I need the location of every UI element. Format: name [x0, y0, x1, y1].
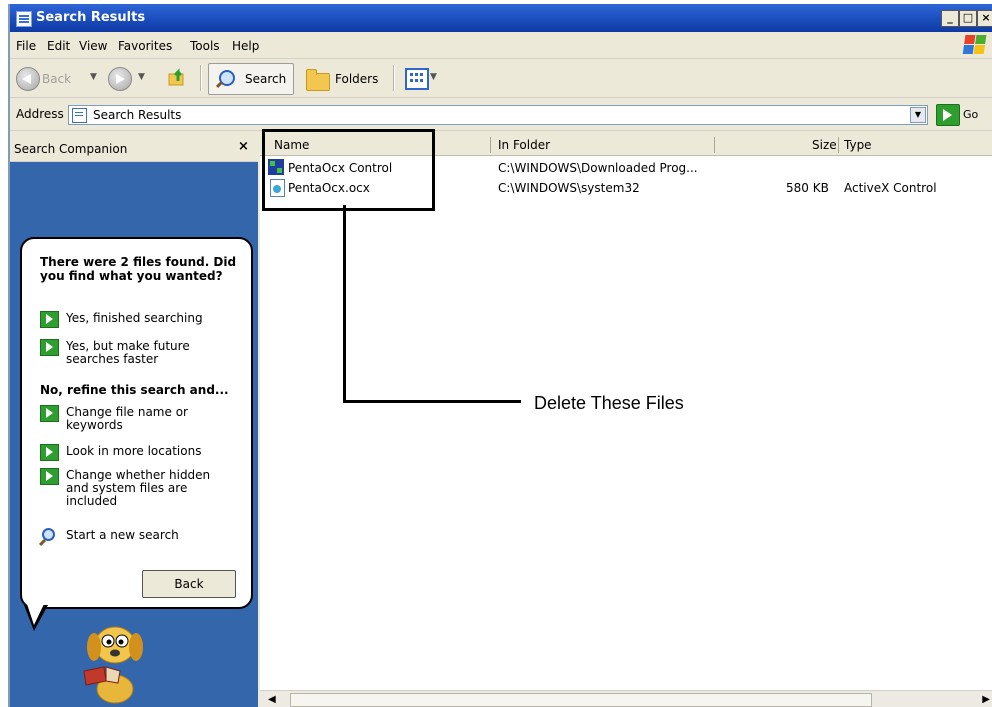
column-resize-handle[interactable] — [714, 137, 715, 153]
option-label: Yes, finished searching — [66, 311, 203, 325]
menu-edit[interactable]: Edit — [47, 39, 70, 53]
option-label: Yes, but make future searches faster — [66, 339, 190, 366]
menu-help[interactable]: Help — [232, 39, 259, 53]
scroll-thumb[interactable] — [290, 693, 872, 707]
menu-bar: File Edit View Favorites Tools Help — [10, 32, 992, 59]
companion-speech-bubble: There were 2 files found. Did you find w… — [20, 237, 253, 609]
views-icon[interactable] — [405, 68, 429, 90]
results-question: There were 2 files found. Did you find w… — [40, 255, 237, 283]
file-folder: C:\WINDOWS\Downloaded Prog... — [498, 161, 698, 175]
column-resize-handle[interactable] — [490, 137, 491, 153]
column-resize-handle[interactable] — [838, 137, 839, 153]
search-results-window-icon — [16, 11, 32, 27]
annotation-connector-line — [343, 400, 521, 403]
horizontal-scrollbar[interactable]: ◀ ▶ — [260, 690, 992, 707]
file-size: 580 KB — [786, 181, 829, 195]
address-field[interactable]: Search Results — [68, 105, 928, 125]
green-arrow-icon — [40, 339, 59, 356]
address-bar: Address Search Results ▼ Go — [10, 98, 992, 131]
file-folder: C:\WINDOWS\system32 — [498, 181, 640, 195]
folders-button-label[interactable]: Folders — [335, 72, 378, 86]
annotation-connector-line — [343, 205, 346, 403]
refine-heading: No, refine this search and... — [40, 383, 229, 397]
column-header-type[interactable]: Type — [844, 138, 872, 152]
explorer-window: Search Results _ □ × File Edit View Favo… — [8, 4, 992, 707]
back-arrow-icon[interactable] — [16, 67, 40, 91]
option-label: Change file name or keywords — [66, 405, 188, 432]
option-label: Look in more locations — [66, 444, 202, 458]
go-arrow-icon[interactable] — [936, 104, 960, 126]
forward-arrow-icon[interactable] — [108, 67, 132, 91]
search-icon — [219, 70, 235, 86]
column-header-size[interactable]: Size — [812, 138, 837, 152]
menu-file[interactable]: File — [16, 39, 36, 53]
menu-view[interactable]: View — [79, 39, 107, 53]
menu-favorites[interactable]: Favorites — [118, 39, 172, 53]
back-history-dropdown[interactable]: ▼ — [90, 72, 97, 82]
scroll-left-arrow-icon[interactable]: ◀ — [268, 694, 276, 705]
close-window-button[interactable]: × — [977, 10, 992, 27]
menu-tools[interactable]: Tools — [190, 39, 220, 53]
folders-icon[interactable] — [306, 69, 330, 91]
search-icon — [42, 528, 55, 541]
maximize-button[interactable]: □ — [959, 10, 977, 27]
green-arrow-icon — [40, 311, 59, 328]
windows-logo-icon — [962, 35, 988, 55]
rover-search-dog-icon[interactable] — [70, 617, 160, 707]
address-label: Address — [16, 107, 64, 121]
file-type: ActiveX Control — [844, 181, 937, 195]
results-file-list: PentaOcx Control C:\WINDOWS\Downloaded P… — [260, 156, 992, 690]
annotation-text: Delete These Files — [534, 393, 684, 413]
toolbar-separator — [200, 65, 201, 91]
companion-back-button[interactable]: Back — [142, 570, 236, 598]
search-companion-header: Search Companion × — [10, 131, 258, 162]
search-companion-pane: Search Companion × There were 2 files fo… — [10, 131, 258, 707]
close-pane-icon[interactable]: × — [238, 139, 249, 154]
title-bar[interactable]: Search Results _ □ × — [10, 4, 992, 32]
annotation-highlight-box — [262, 129, 435, 211]
column-header-in-folder[interactable]: In Folder — [498, 138, 550, 152]
search-companion-title: Search Companion — [14, 142, 128, 156]
go-button-label[interactable]: Go — [963, 108, 978, 121]
toolbar-separator — [393, 65, 394, 91]
search-button[interactable]: Search — [208, 63, 294, 95]
window-title: Search Results — [36, 10, 146, 25]
minimize-button[interactable]: _ — [941, 10, 959, 27]
forward-history-dropdown[interactable]: ▼ — [138, 72, 145, 82]
option-label: Start a new search — [66, 528, 179, 542]
toolbar: Back ▼ ▼ Search Folders ▼ — [10, 59, 992, 98]
option-label: Change whether hidden and system files a… — [66, 468, 211, 508]
address-value: Search Results — [93, 108, 182, 122]
up-folder-icon[interactable] — [168, 67, 188, 87]
green-arrow-icon — [40, 468, 59, 485]
address-dropdown-button[interactable]: ▼ — [910, 107, 926, 123]
search-button-label: Search — [245, 72, 287, 86]
green-arrow-icon — [40, 444, 59, 461]
scroll-right-arrow-icon[interactable]: ▶ — [982, 694, 990, 705]
bubble-tail — [24, 604, 48, 631]
search-results-icon — [72, 108, 87, 123]
green-arrow-icon — [40, 405, 59, 422]
back-button-label[interactable]: Back — [42, 72, 71, 86]
views-dropdown[interactable]: ▼ — [430, 72, 437, 82]
